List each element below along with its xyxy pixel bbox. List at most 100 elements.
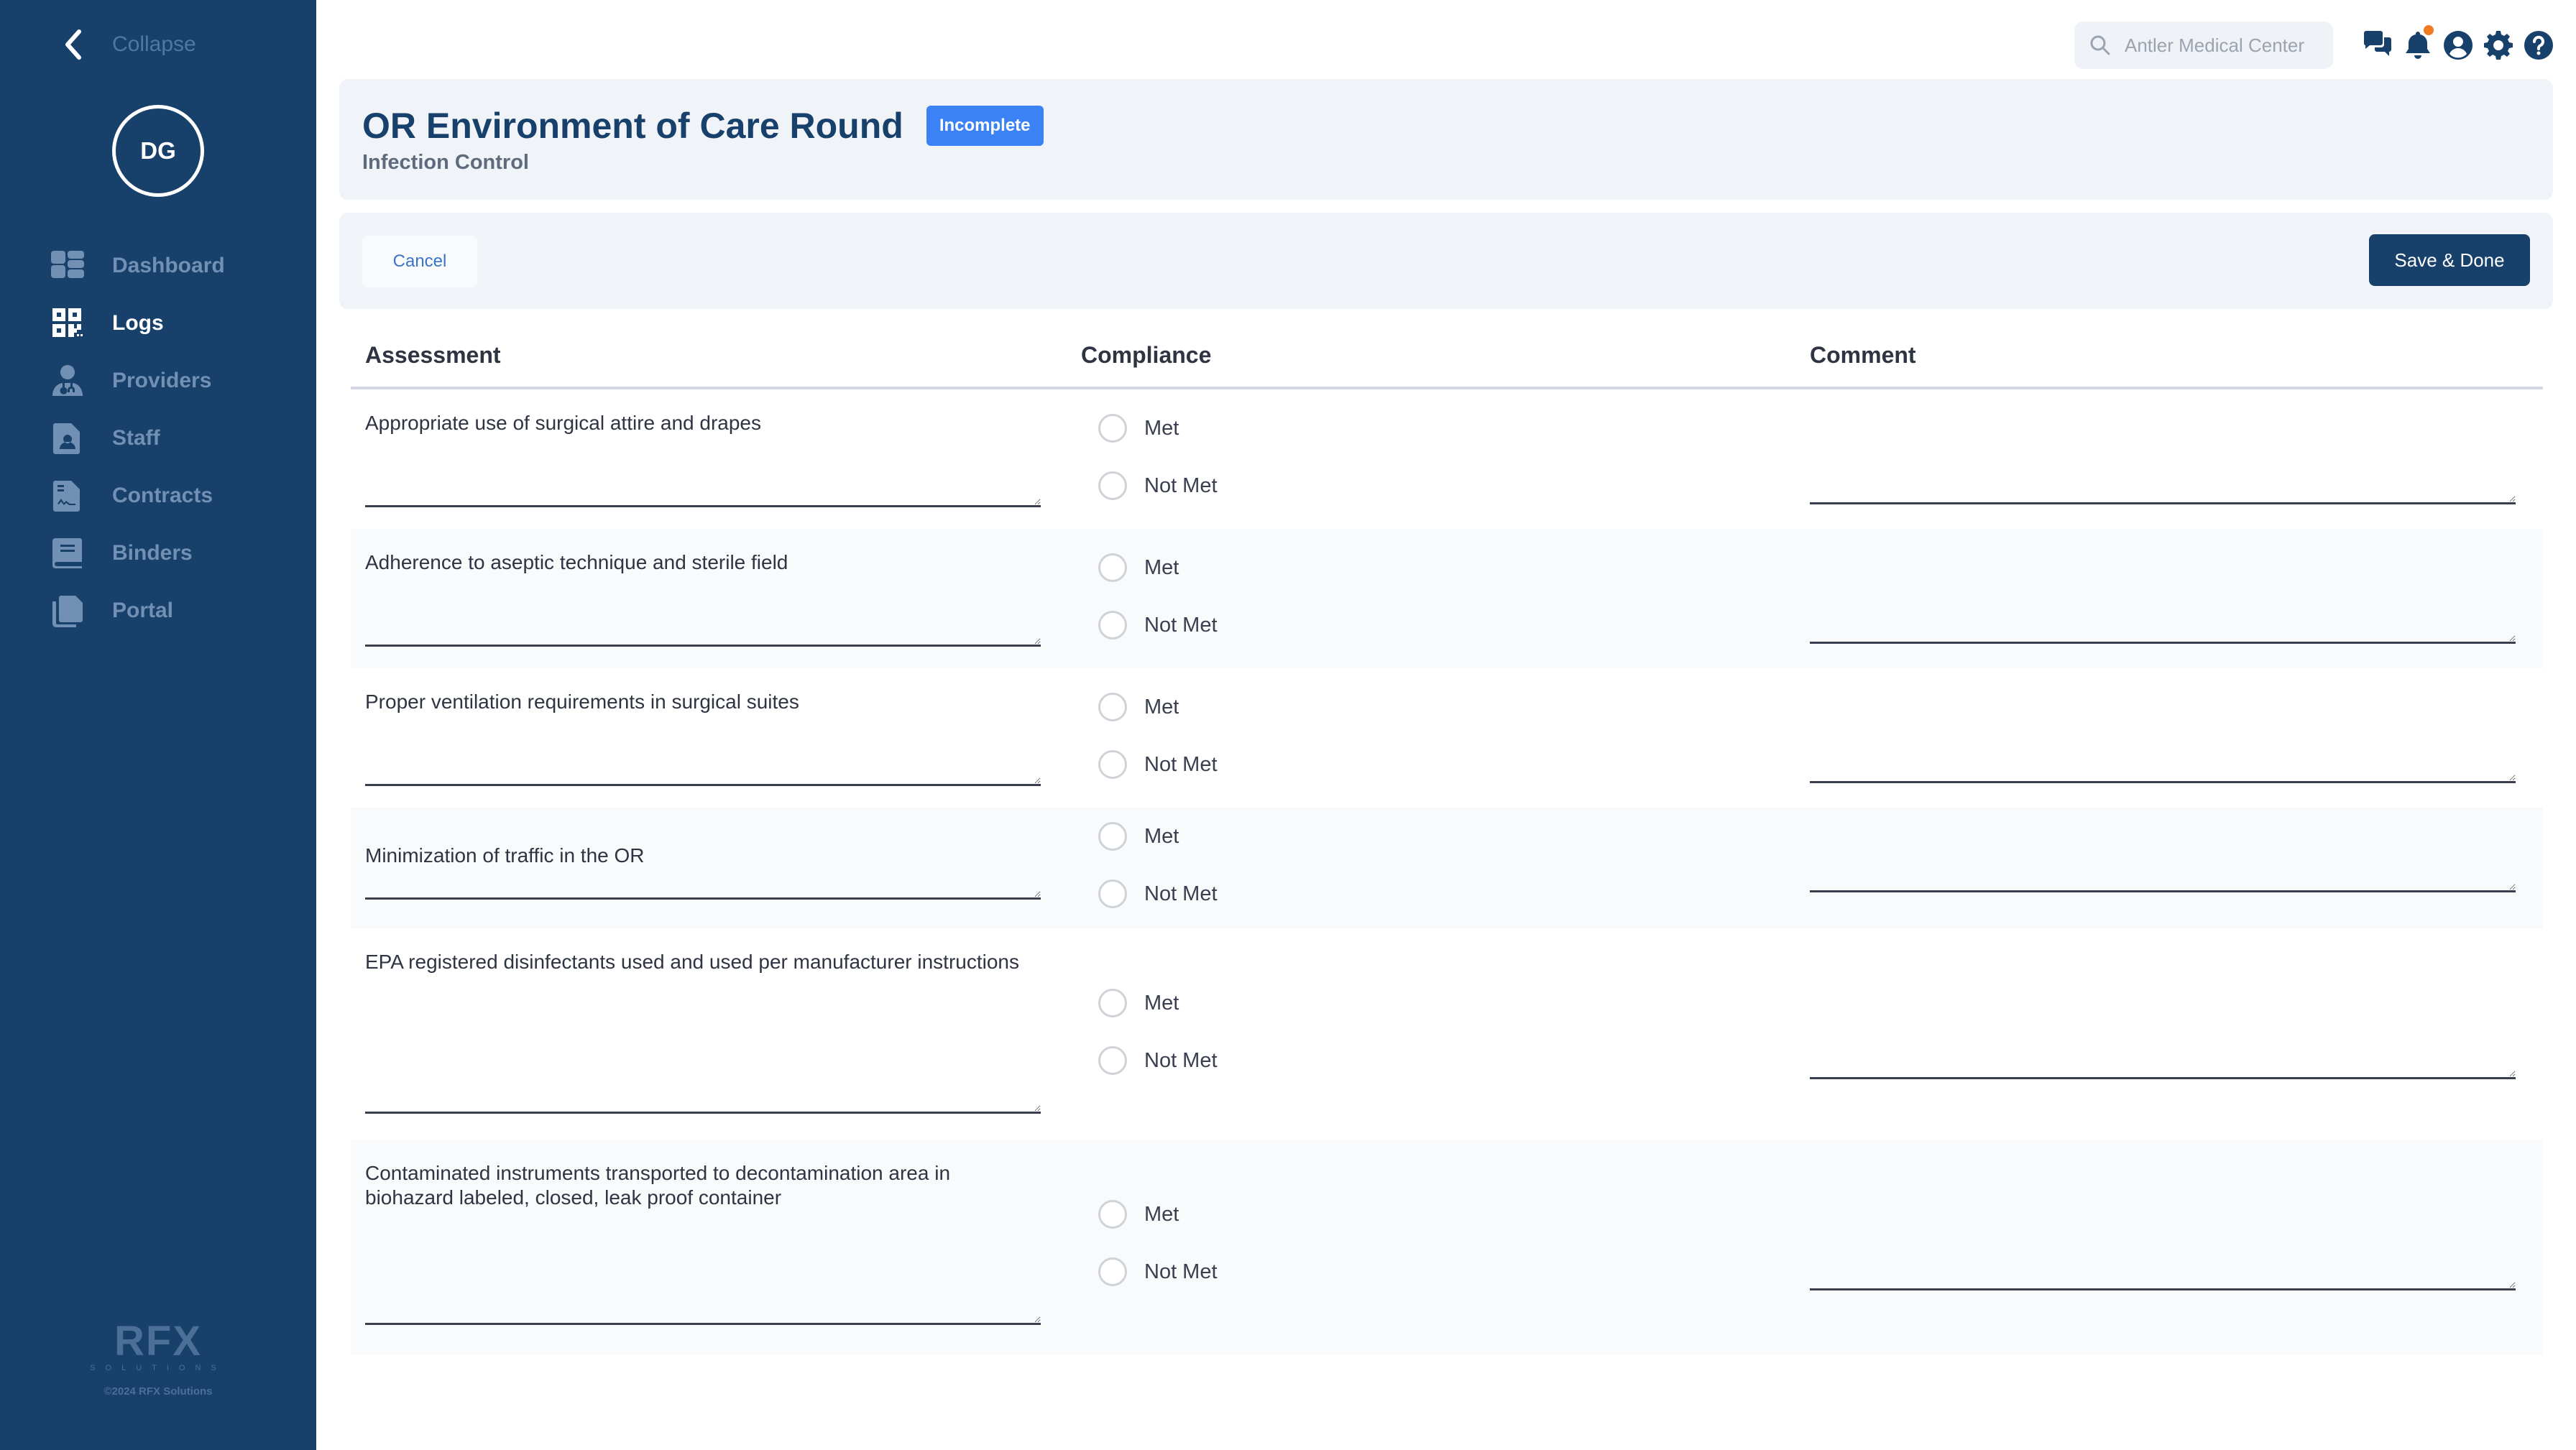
radio-circle[interactable] (1098, 1257, 1127, 1286)
assessment-note-input[interactable] (365, 1296, 1041, 1325)
radio-met[interactable]: Met (1098, 693, 1179, 721)
assessment-text: Appropriate use of surgical attire and d… (365, 412, 761, 434)
action-bar: Cancel Save & Done (339, 213, 2553, 309)
page-header: OR Environment of Care Round Incomplete … (339, 79, 2553, 200)
radio-circle[interactable] (1098, 1200, 1127, 1229)
sidebar-item-label: Binders (112, 541, 193, 565)
comment-input[interactable] (1810, 864, 2516, 892)
sidebar-item-portal[interactable]: Portal (50, 582, 225, 639)
assessment-note-input[interactable] (365, 871, 1041, 900)
help-icon[interactable] (2523, 29, 2554, 61)
user-circle-icon[interactable] (2442, 29, 2474, 61)
table-row: Minimization of traffic in the OR Met No… (351, 808, 2543, 928)
assessment-note-input[interactable] (365, 1085, 1041, 1114)
search-box[interactable] (2074, 22, 2333, 69)
status-badge: Incomplete (926, 106, 1044, 146)
assessment-table: Assessment Compliance Comment Appropriat… (351, 323, 2543, 1355)
book-icon (50, 536, 85, 571)
radio-circle[interactable] (1098, 750, 1127, 779)
collapse-button[interactable]: Collapse (62, 29, 196, 60)
sidebar-item-label: Logs (112, 311, 164, 335)
app-root: Collapse DG Dashboard Logs Providers Sta… (0, 0, 2576, 1450)
page-title: OR Environment of Care Round (362, 106, 903, 146)
radio-circle[interactable] (1098, 1046, 1127, 1075)
radio-label: Met (1144, 555, 1179, 579)
sidebar: Collapse DG Dashboard Logs Providers Sta… (0, 0, 316, 1450)
radio-not-met[interactable]: Not Met (1098, 1257, 1218, 1286)
chat-icon[interactable] (2362, 29, 2393, 61)
comment-input[interactable] (1810, 1050, 2516, 1079)
table-row: Adherence to aseptic technique and steri… (351, 529, 2543, 668)
radio-label: Met (1144, 416, 1179, 440)
comment-input[interactable] (1810, 754, 2516, 783)
radio-not-met[interactable]: Not Met (1098, 750, 1218, 779)
sidebar-item-binders[interactable]: Binders (50, 525, 225, 582)
search-input[interactable] (2125, 34, 2326, 57)
column-header-compliance: Compliance (1081, 341, 1212, 368)
radio-met[interactable]: Met (1098, 989, 1179, 1017)
topbar-icons (2353, 25, 2554, 61)
cancel-button[interactable]: Cancel (362, 236, 477, 287)
radio-circle[interactable] (1098, 471, 1127, 500)
radio-circle[interactable] (1098, 693, 1127, 721)
page-subtitle: Infection Control (362, 151, 529, 174)
sidebar-item-staff[interactable]: Staff (50, 410, 225, 467)
radio-not-met[interactable]: Not Met (1098, 611, 1218, 639)
id-file-icon (50, 421, 85, 456)
column-header-comment: Comment (1810, 341, 1916, 368)
comment-input[interactable] (1810, 476, 2516, 504)
assessment-note-input[interactable] (365, 479, 1041, 507)
comment-input[interactable] (1810, 615, 2516, 644)
radio-label: Not Met (1144, 474, 1218, 497)
sidebar-item-label: Dashboard (112, 254, 225, 277)
radio-circle[interactable] (1098, 611, 1127, 639)
radio-met[interactable]: Met (1098, 553, 1179, 582)
avatar[interactable]: DG (112, 105, 204, 197)
brand-footer: RFX SOLUTIONS ©2024 RFX Solutions (0, 1321, 316, 1398)
sidebar-item-contracts[interactable]: Contracts (50, 467, 225, 525)
radio-label: Not Met (1144, 882, 1218, 905)
rfx-logo: RFX (114, 1318, 202, 1364)
radio-label: Met (1144, 824, 1179, 848)
sidebar-item-dashboard[interactable]: Dashboard (50, 237, 225, 295)
radio-circle[interactable] (1098, 553, 1127, 582)
assessment-note-input[interactable] (365, 618, 1041, 647)
copy-files-icon (50, 594, 85, 628)
sidebar-item-label: Portal (112, 599, 174, 622)
radio-not-met[interactable]: Not Met (1098, 471, 1218, 500)
comment-input[interactable] (1810, 1262, 2516, 1290)
assessment-text: EPA registered disinfectants used and us… (365, 951, 1019, 973)
main-content: OR Environment of Care Round Incomplete … (316, 0, 2576, 1450)
radio-circle[interactable] (1098, 822, 1127, 851)
assessment-text: Contaminated instruments transported to … (365, 1162, 951, 1209)
collapse-label: Collapse (112, 32, 196, 56)
radio-circle[interactable] (1098, 879, 1127, 908)
assessment-text: Proper ventilation requirements in surgi… (365, 691, 799, 713)
sidebar-item-providers[interactable]: Providers (50, 352, 225, 410)
radio-met[interactable]: Met (1098, 414, 1179, 443)
assessment-text: Adherence to aseptic technique and steri… (365, 551, 788, 573)
sidebar-item-label: Contracts (112, 484, 213, 507)
radio-label: Met (1144, 695, 1179, 719)
bell-icon[interactable] (2402, 25, 2434, 61)
radio-circle[interactable] (1098, 414, 1127, 443)
gear-icon[interactable] (2483, 29, 2514, 61)
assessment-text: Minimization of traffic in the OR (365, 844, 645, 867)
contract-file-icon (50, 479, 85, 513)
radio-circle[interactable] (1098, 989, 1127, 1017)
radio-not-met[interactable]: Not Met (1098, 879, 1218, 908)
notification-dot (2424, 25, 2434, 35)
rfx-logo-subtitle: SOLUTIONS (90, 1364, 226, 1372)
topbar (2074, 22, 2554, 69)
save-done-button[interactable]: Save & Done (2369, 234, 2530, 286)
radio-label: Met (1144, 1202, 1179, 1226)
sidebar-item-label: Staff (112, 426, 160, 450)
assessment-note-input[interactable] (365, 757, 1041, 786)
radio-label: Met (1144, 991, 1179, 1015)
doctor-icon (50, 364, 85, 398)
radio-not-met[interactable]: Not Met (1098, 1046, 1218, 1075)
sidebar-item-logs[interactable]: Logs (50, 295, 225, 352)
table-row: Proper ventilation requirements in surgi… (351, 668, 2543, 808)
radio-met[interactable]: Met (1098, 822, 1179, 851)
radio-met[interactable]: Met (1098, 1200, 1179, 1229)
